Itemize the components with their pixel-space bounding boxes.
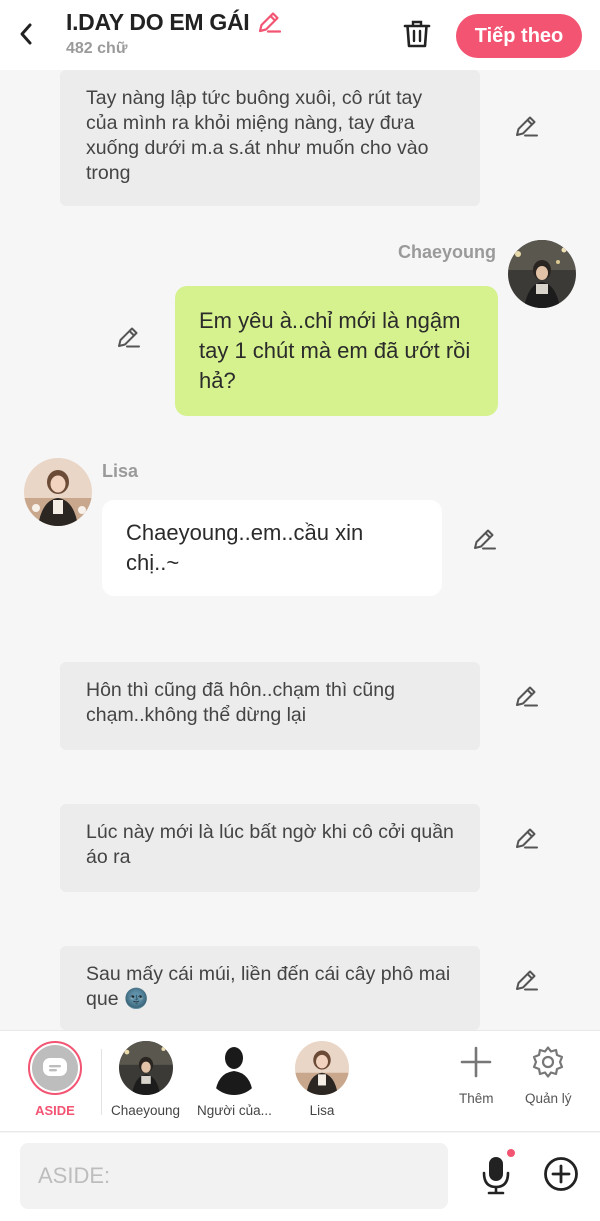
character-label: ASIDE	[35, 1103, 75, 1118]
message-text: Em yêu à..chỉ mới là ngậm tay 1 chút mà …	[199, 308, 471, 393]
character-bar: ASIDE Chaeyoung Người của... Lisa Thêm Q…	[0, 1030, 600, 1132]
edit-message-button[interactable]	[512, 112, 540, 140]
aside-avatar	[28, 1041, 82, 1095]
edit-message-button[interactable]	[470, 525, 498, 553]
notification-dot	[507, 1149, 515, 1157]
plus-circle-icon	[544, 1157, 578, 1191]
title-area: I.DAY DO EM GÁI 482 chữ	[66, 8, 283, 58]
top-bar: I.DAY DO EM GÁI 482 chữ Tiếp theo	[0, 0, 600, 70]
pencil-icon	[516, 116, 538, 137]
pencil-icon	[259, 12, 282, 33]
edit-message-button[interactable]	[512, 966, 540, 994]
manage-button[interactable]: Quản lý	[525, 1045, 572, 1106]
narration-message[interactable]: Hôn thì cũng đã hôn..chạm thì cũng chạm.…	[60, 662, 480, 750]
narration-message[interactable]: Sau mấy cái múi, liền đến cái cây phô ma…	[60, 946, 480, 1030]
add-button[interactable]	[542, 1155, 580, 1193]
pencil-icon	[516, 686, 538, 707]
title-edit-button[interactable]	[255, 8, 283, 36]
character-unknown[interactable]: Người của...	[197, 1041, 272, 1118]
plus-icon	[460, 1046, 492, 1078]
trash-icon	[403, 20, 431, 48]
more-label: Thêm	[459, 1091, 494, 1106]
character-chaeyoung[interactable]: Chaeyoung	[111, 1041, 180, 1118]
character-lisa[interactable]: Lisa	[295, 1041, 349, 1118]
narration-text: Tay nàng lập tức buông xuôi, cô rút tay …	[86, 87, 429, 184]
back-button[interactable]	[10, 16, 42, 52]
story-title: I.DAY DO EM GÁI	[66, 8, 250, 35]
divider	[101, 1049, 102, 1115]
delete-button[interactable]	[400, 16, 434, 52]
edit-message-button[interactable]	[512, 824, 540, 852]
sender-name: Lisa	[102, 461, 139, 481]
add-character-button[interactable]: Thêm	[459, 1045, 494, 1106]
narration-message[interactable]: Lúc này mới là lúc bất ngờ khi cô cởi qu…	[60, 804, 480, 892]
avatar[interactable]	[24, 458, 92, 526]
voice-button[interactable]	[478, 1149, 515, 1197]
character-message-bubble[interactable]: Chaeyoung..em..cầu xin chị..~	[102, 500, 442, 596]
input-bar	[0, 1133, 600, 1221]
narration-text: Lúc này mới là lúc bất ngờ khi cô cởi qu…	[86, 821, 454, 868]
microphone-icon	[482, 1157, 510, 1195]
sender-name: Chaeyoung	[398, 242, 497, 262]
character-label: Lisa	[309, 1103, 335, 1118]
avatar	[118, 1041, 173, 1095]
avatar	[207, 1041, 262, 1095]
narration-text: Hôn thì cũng đã hôn..chạm thì cũng chạm.…	[86, 679, 395, 726]
manage-label: Quản lý	[525, 1091, 572, 1106]
pencil-icon	[118, 327, 140, 348]
next-button[interactable]: Tiếp theo	[456, 14, 582, 58]
edit-message-button[interactable]	[114, 323, 142, 351]
narration-message[interactable]: Tay nàng lập tức buông xuôi, cô rút tay …	[60, 70, 480, 206]
message-input[interactable]	[20, 1143, 448, 1209]
avatar	[295, 1041, 349, 1095]
message-text: Chaeyoung..em..cầu xin chị..~	[126, 520, 364, 575]
character-label: Người của...	[197, 1103, 272, 1118]
pencil-icon	[516, 970, 538, 991]
character-label: Chaeyoung	[111, 1103, 181, 1118]
character-message-bubble[interactable]: Em yêu à..chỉ mới là ngậm tay 1 chút mà …	[175, 286, 498, 416]
edit-message-button[interactable]	[512, 682, 540, 710]
character-aside[interactable]: ASIDE	[28, 1041, 82, 1118]
word-count: 482 chữ	[66, 40, 128, 57]
chat-bubble-icon	[43, 1058, 67, 1076]
pencil-icon	[474, 529, 496, 550]
avatar[interactable]	[508, 240, 576, 308]
chevron-left-icon	[20, 23, 32, 45]
narration-text: Sau mấy cái múi, liền đến cái cây phô ma…	[86, 963, 451, 1010]
gear-icon	[533, 1046, 564, 1078]
pencil-icon	[516, 828, 538, 849]
